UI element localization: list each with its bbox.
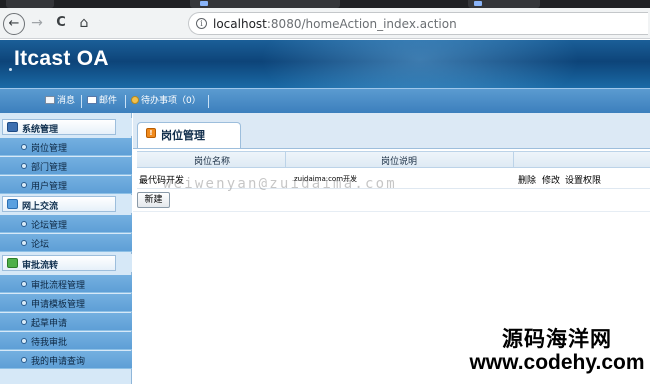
sidebar-item-label: 论坛管理 bbox=[31, 221, 68, 231]
sidebar-item-label: 岗位管理 bbox=[31, 144, 68, 154]
divider bbox=[125, 95, 126, 108]
arrow-right-icon: → bbox=[31, 15, 43, 31]
bullet-icon bbox=[21, 357, 27, 363]
sidebar-group-workflow[interactable]: 审批流转 bbox=[0, 254, 132, 272]
sidebar-item-draft-application[interactable]: 起草申请 bbox=[0, 313, 132, 331]
bullet-icon bbox=[21, 240, 27, 246]
sidebar: 系统管理 岗位管理 部门管理 用户管理 网上交流 论坛管理 论坛 审批流转 审批… bbox=[0, 113, 132, 384]
sidebar-group-system[interactable]: 系统管理 bbox=[0, 118, 132, 136]
divider bbox=[81, 95, 82, 108]
site-url: www.codehy.com bbox=[469, 351, 645, 374]
tab-favicon-icon bbox=[474, 1, 482, 6]
new-button[interactable]: 新建 bbox=[137, 192, 170, 208]
page-title: 岗位管理 bbox=[161, 129, 205, 142]
sidebar-item-label: 我的申请查询 bbox=[31, 357, 86, 367]
set-permissions-link[interactable]: 设置权限 bbox=[565, 173, 601, 186]
arrow-left-icon: ← bbox=[8, 16, 20, 31]
forward-button[interactable]: → bbox=[26, 13, 48, 35]
sidebar-group-header: 系统管理 bbox=[2, 119, 116, 135]
quick-link-messages[interactable]: 消息 bbox=[45, 95, 75, 109]
address-url[interactable]: localhost:8080/homeAction_index.action bbox=[213, 17, 457, 31]
tab-favicon-icon bbox=[200, 1, 208, 6]
edit-link[interactable]: 修改 bbox=[542, 173, 560, 186]
quick-link-label: 待办事项（0） bbox=[141, 96, 201, 106]
quick-links-bar: 消息 邮件 待办事项（0） bbox=[0, 88, 650, 113]
column-header-description: 岗位说明 bbox=[381, 157, 418, 167]
column-divider bbox=[513, 152, 514, 168]
bullet-icon bbox=[21, 281, 27, 287]
bullet-icon bbox=[21, 319, 27, 325]
browser-tab[interactable] bbox=[190, 0, 340, 8]
bullet-icon bbox=[21, 300, 27, 306]
logo-dot-icon bbox=[9, 68, 12, 71]
workflow-icon bbox=[7, 258, 18, 268]
sidebar-group-header: 网上交流 bbox=[2, 196, 116, 212]
table-header: 岗位名称 岗位说明 bbox=[137, 151, 650, 168]
sidebar-item-department-management[interactable]: 部门管理 bbox=[0, 157, 132, 175]
browser-toolbar: ← → C ⌂ i localhost:8080/homeAction_inde… bbox=[0, 8, 650, 39]
chat-icon bbox=[7, 199, 18, 209]
browser-tab[interactable] bbox=[6, 0, 54, 8]
quick-link-todo[interactable]: 待办事项（0） bbox=[131, 95, 201, 109]
back-button[interactable]: ← bbox=[3, 13, 25, 35]
sidebar-group-label: 网上交流 bbox=[22, 202, 59, 212]
home-icon: ⌂ bbox=[79, 15, 89, 31]
browser-tab[interactable] bbox=[468, 0, 540, 8]
message-icon bbox=[45, 96, 55, 104]
browser-tab-strip bbox=[0, 0, 650, 8]
page-icon: ! bbox=[146, 128, 156, 138]
divider bbox=[208, 95, 209, 108]
bullet-icon bbox=[21, 182, 27, 188]
app-title: Itcast OA bbox=[14, 47, 109, 70]
watermark-text: weiwenyan@zuidaima.com bbox=[163, 176, 397, 192]
reload-button[interactable]: C bbox=[50, 13, 72, 35]
sidebar-item-pending-approval[interactable]: 待我审批 bbox=[0, 332, 132, 350]
bullet-icon bbox=[21, 144, 27, 150]
sidebar-group-label: 审批流转 bbox=[22, 261, 59, 271]
sidebar-item-approval-flow-management[interactable]: 审批流程管理 bbox=[0, 275, 132, 293]
column-divider bbox=[285, 152, 286, 168]
delete-link[interactable]: 删除 bbox=[518, 173, 536, 186]
address-bar[interactable]: i localhost:8080/homeAction_index.action bbox=[188, 12, 648, 35]
sidebar-group-chat[interactable]: 网上交流 bbox=[0, 195, 132, 213]
home-button[interactable]: ⌂ bbox=[73, 13, 95, 35]
todo-icon bbox=[131, 96, 139, 104]
sidebar-item-my-applications[interactable]: 我的申请查询 bbox=[0, 351, 132, 369]
sidebar-group-header: 审批流转 bbox=[2, 255, 116, 271]
page-title-tab: ! 岗位管理 bbox=[137, 122, 241, 149]
quick-link-mail[interactable]: 邮件 bbox=[87, 95, 117, 109]
column-header-name: 岗位名称 bbox=[194, 157, 231, 167]
sidebar-item-template-management[interactable]: 申请模板管理 bbox=[0, 294, 132, 312]
address-path: :8080/homeAction_index.action bbox=[266, 17, 457, 31]
reload-icon: C bbox=[56, 15, 66, 30]
sidebar-item-label: 审批流程管理 bbox=[31, 281, 86, 291]
sidebar-item-label: 部门管理 bbox=[31, 163, 68, 173]
app-header: Itcast OA bbox=[0, 40, 650, 88]
sidebar-item-label: 待我审批 bbox=[31, 338, 68, 348]
page-title-strip: ! 岗位管理 bbox=[133, 113, 650, 149]
sidebar-item-label: 起草申请 bbox=[31, 319, 68, 329]
address-host: localhost bbox=[213, 17, 267, 31]
sidebar-item-label: 用户管理 bbox=[31, 182, 68, 192]
site-stamp: 源码海洋网 www.codehy.com bbox=[468, 327, 646, 375]
sidebar-item-forum-management[interactable]: 论坛管理 bbox=[0, 215, 132, 233]
sidebar-item-post-management[interactable]: 岗位管理 bbox=[0, 138, 132, 156]
divider bbox=[133, 211, 650, 212]
sidebar-item-label: 申请模板管理 bbox=[31, 300, 86, 310]
bullet-icon bbox=[21, 338, 27, 344]
info-icon[interactable]: i bbox=[196, 18, 207, 29]
quick-link-label: 邮件 bbox=[99, 96, 118, 106]
bullet-icon bbox=[21, 221, 27, 227]
bullet-icon bbox=[21, 163, 27, 169]
sidebar-group-label: 系统管理 bbox=[22, 125, 59, 135]
system-icon bbox=[7, 122, 18, 132]
sidebar-item-forum[interactable]: 论坛 bbox=[0, 234, 132, 252]
sidebar-item-user-management[interactable]: 用户管理 bbox=[0, 176, 132, 194]
header-glow bbox=[260, 40, 580, 88]
site-name: 源码海洋网 bbox=[502, 327, 612, 351]
sidebar-item-label: 论坛 bbox=[31, 240, 50, 250]
mail-icon bbox=[87, 96, 97, 104]
divider bbox=[133, 148, 650, 149]
quick-link-label: 消息 bbox=[57, 96, 76, 106]
